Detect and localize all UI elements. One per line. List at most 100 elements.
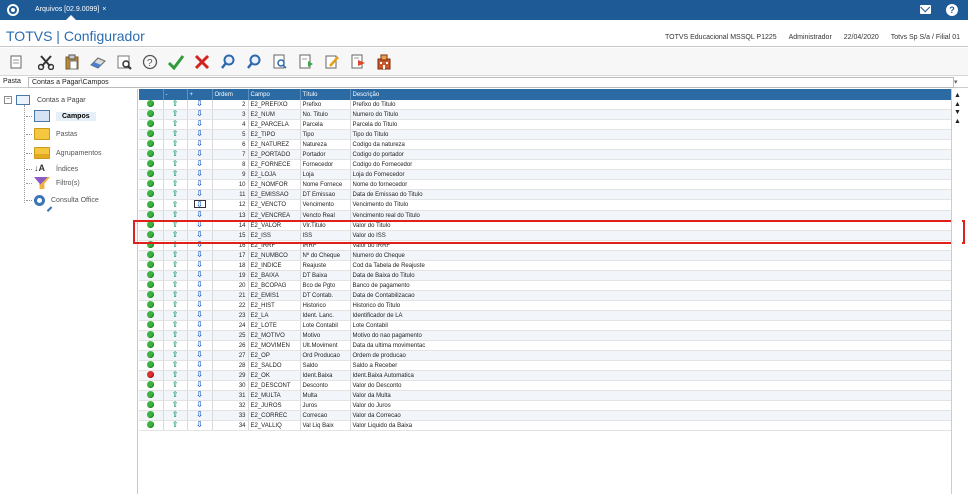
arrow-up-icon[interactable]: ⇧ [172, 120, 179, 129]
table-row[interactable]: ⇧ ⇩ 3 E2_NUM No. Titulo Numero do Titulo [139, 109, 951, 120]
cell-descricao[interactable]: Nome do fornecedor [350, 179, 951, 190]
arrow-up-icon[interactable]: ⇧ [172, 241, 179, 250]
cell-descricao[interactable]: Ordem de producao [350, 350, 951, 361]
arrow-up-icon[interactable]: ⇧ [172, 381, 179, 390]
table-row[interactable]: ⇧ ⇩ 16 E2_IRRF IRRF Valor do IRRF [139, 240, 951, 251]
arrow-down-icon[interactable]: ⇩ [196, 321, 203, 330]
cell-titulo[interactable]: Reajuste [300, 260, 351, 271]
arrow-up-icon[interactable]: ⇧ [172, 150, 179, 159]
move-up-cell[interactable]: ⇧ [163, 189, 188, 200]
move-down-cell[interactable]: ⇩ [187, 400, 213, 411]
arrow-up-icon[interactable]: ⇧ [172, 291, 179, 300]
move-up-cell[interactable]: ⇧ [163, 410, 188, 421]
table-row[interactable]: ⇧ ⇩ 27 E2_OP Ord Producao Ordem de producao [139, 350, 951, 361]
move-up-cell[interactable]: ⇧ [163, 109, 188, 120]
cell-campo[interactable]: E2_HIST [248, 300, 301, 311]
move-down-cell[interactable]: ⇩ [187, 270, 213, 281]
table-row[interactable]: ⇧ ⇩ 2 E2_PREFIXO Prefixo Prefixo do Titulo [139, 100, 951, 110]
cell-campo[interactable]: E2_OK [248, 370, 301, 381]
cell-ordem[interactable]: 15 [212, 230, 249, 241]
cell-campo[interactable]: E2_NOMFOR [248, 179, 301, 190]
arrow-up-icon[interactable]: ⇧ [172, 301, 179, 310]
search-next-icon[interactable] [244, 53, 264, 71]
focus-box[interactable]: ⇩ [193, 200, 206, 209]
cell-descricao[interactable]: Valor da Multa [350, 390, 951, 401]
table-row[interactable]: ⇧ ⇩ 26 E2_MOVIMEN Ult.Moviment Data da ultima… [139, 340, 951, 351]
cell-titulo[interactable]: DT Contab. [300, 290, 351, 301]
arrow-down-icon[interactable]: ⇩ [196, 421, 203, 430]
table-row[interactable]: ⇧ ⇩ 15 E2_ISS ISS Valor do ISS [139, 230, 951, 241]
cell-titulo[interactable]: No. Titulo [300, 109, 351, 120]
scroll-page-up-icon[interactable]: ▲ [953, 101, 962, 108]
cell-campo[interactable]: E2_VENCTO [248, 199, 301, 211]
cell-titulo[interactable]: Loja [300, 169, 351, 180]
find-document-icon[interactable] [270, 53, 290, 71]
table-row[interactable]: ⇧ ⇩ 17 E2_NUMBCO Nº do Cheque Numero do Chequ… [139, 250, 951, 261]
cell-ordem[interactable]: 22 [212, 300, 249, 311]
cell-ordem[interactable]: 33 [212, 410, 249, 421]
cell-descricao[interactable]: Cod da Tabela de Reajuste [350, 260, 951, 271]
cell-titulo[interactable]: Desconto [300, 380, 351, 391]
arrow-up-icon[interactable]: ⇧ [172, 331, 179, 340]
move-up-cell[interactable]: ⇧ [163, 380, 188, 391]
cell-titulo[interactable]: Vlr.Titulo [300, 220, 351, 231]
cell-descricao[interactable]: Codigo do Fornecedor [350, 159, 951, 170]
cell-titulo[interactable]: Historico [300, 300, 351, 311]
arrow-up-icon[interactable]: ⇧ [172, 221, 179, 230]
table-row[interactable]: ⇧ ⇩ 13 E2_VENCREA Vencto Real Vencimento real… [139, 210, 951, 221]
paste-clipboard-icon[interactable] [62, 53, 82, 71]
move-up-cell[interactable]: ⇧ [163, 210, 188, 221]
help-question-icon[interactable]: ? [140, 53, 160, 71]
table-row[interactable]: ⇧ ⇩ 4 E2_PARCELA Parcela Parcela do Titulo [139, 119, 951, 130]
table-row[interactable]: ⇧ ⇩ 5 E2_TIPO Tipo Tipo do Titulo [139, 129, 951, 140]
column-header-titulo[interactable]: Título [300, 89, 351, 100]
cell-titulo[interactable]: Val Liq Baix [300, 420, 351, 431]
scroll-top-icon[interactable]: ▲ [953, 92, 962, 99]
cell-descricao[interactable]: Data da ultima movimentac [350, 340, 951, 351]
table-row[interactable]: ⇧ ⇩ 20 E2_BCOPAG Bco de Pgto Banco de pagamen… [139, 280, 951, 291]
table-row[interactable]: ⇧ ⇩ 32 E2_JUROS Juros Valor do Juros [139, 400, 951, 411]
move-down-cell[interactable]: ⇩ [187, 330, 213, 341]
arrow-down-icon[interactable]: ⇩ [196, 140, 203, 149]
move-down-cell[interactable]: ⇩ [187, 129, 213, 140]
move-down-cell[interactable]: ⇩ [187, 280, 213, 291]
cell-titulo[interactable]: Nome Fornece [300, 179, 351, 190]
move-up-cell[interactable]: ⇧ [163, 330, 188, 341]
cell-campo[interactable]: E2_MULTA [248, 390, 301, 401]
arrow-down-icon[interactable]: ⇩ [196, 271, 203, 280]
cell-campo[interactable]: E2_PREFIXO [248, 100, 301, 110]
cell-ordem[interactable]: 3 [212, 109, 249, 120]
table-row[interactable]: ⇧ ⇩ 30 E2_DESCONT Desconto Valor do Desconto [139, 380, 951, 391]
arrow-down-icon[interactable]: ⇩ [196, 211, 203, 220]
cell-descricao[interactable]: Vencimento do Titulo [350, 199, 951, 211]
arrow-up-icon[interactable]: ⇧ [172, 271, 179, 280]
arrow-down-icon[interactable]: ⇩ [196, 301, 203, 310]
arrow-down-icon[interactable]: ⇩ [196, 231, 203, 240]
cell-descricao[interactable]: Data de Contabilizacao [350, 290, 951, 301]
vertical-scrollbar[interactable]: ▲ ▲ ▼ ▲ [951, 89, 962, 494]
cell-ordem[interactable]: 24 [212, 320, 249, 331]
cell-campo[interactable]: E2_EMIS1 [248, 290, 301, 301]
cell-descricao[interactable]: Lote Contabil [350, 320, 951, 331]
cell-titulo[interactable]: Tipo [300, 129, 351, 140]
arrow-down-icon[interactable]: ⇩ [196, 120, 203, 129]
cell-ordem[interactable]: 9 [212, 169, 249, 180]
cell-descricao[interactable]: Saldo a Receber [350, 360, 951, 371]
cell-campo[interactable]: E2_EMISSAO [248, 189, 301, 200]
cell-descricao[interactable]: Codigo da natureza [350, 139, 951, 150]
move-down-cell[interactable]: ⇩ [187, 310, 213, 321]
cell-titulo[interactable]: Ident.Baixa [300, 370, 351, 381]
cell-ordem[interactable]: 10 [212, 179, 249, 190]
arrow-down-icon[interactable]: ⇩ [196, 311, 203, 320]
arrow-down-icon[interactable]: ⇩ [196, 200, 203, 209]
arrow-up-icon[interactable]: ⇧ [172, 190, 179, 199]
cell-titulo[interactable]: Ult.Moviment [300, 340, 351, 351]
cell-descricao[interactable]: Loja do Fornecedor [350, 169, 951, 180]
arrow-down-icon[interactable]: ⇩ [196, 130, 203, 139]
cell-titulo[interactable]: Motivo [300, 330, 351, 341]
move-down-cell[interactable]: ⇩ [187, 210, 213, 221]
move-down-cell[interactable]: ⇩ [187, 139, 213, 150]
tree-item-campos[interactable]: Campos [26, 108, 96, 124]
move-up-cell[interactable]: ⇧ [163, 119, 188, 130]
cell-descricao[interactable]: Parcela do Titulo [350, 119, 951, 130]
